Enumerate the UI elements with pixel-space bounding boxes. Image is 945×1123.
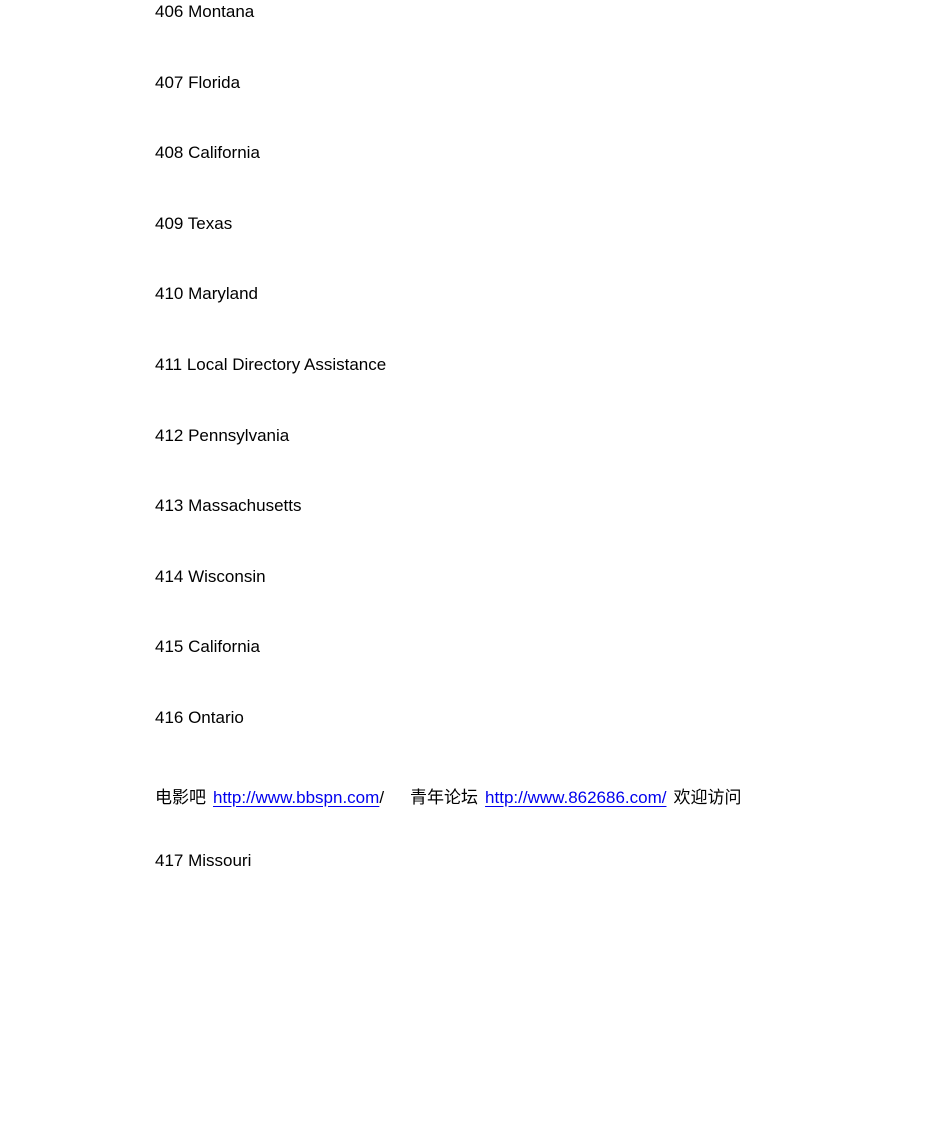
site1-label: 电影吧 [155,787,206,808]
welcome-text: 欢迎访问 [673,787,742,808]
area-code-entry: 412 Pennsylvania [155,425,290,445]
site2-label: 青年论坛 [410,787,479,808]
area-code-entry: 413 Massachusetts [155,496,302,516]
promo-line: 电影吧 http://www.bbspn.com/ 青年论坛 http://www.8… [0,777,945,819]
document-page: 406 Montana 407 Florida 408 California 4… [0,0,945,1123]
area-code-entry: 408 California [155,143,260,163]
area-code-entry: 417 Missouri [155,850,252,870]
document-body: 406 Montana 407 Florida 408 California 4… [0,0,945,919]
area-code-entry: 407 Florida [155,72,241,92]
area-code-entry: 410 Maryland [155,284,259,304]
site1-trailing-slash: / [379,787,385,807]
area-code-entry: 414 Wisconsin [155,566,266,586]
862686-link[interactable]: http://www.862686.com/ [485,788,666,807]
vertical-spacer [0,819,945,849]
area-code-entry: 409 Texas [155,213,233,233]
bbspn-link[interactable]: http://www.bbspn.com [213,788,379,807]
area-code-entry: 411 Local Directory Assistance [155,354,387,374]
area-code-entry: 416 Ontario [155,707,244,727]
area-code-entry: 406 Montana [155,2,255,21]
area-code-entry: 415 California [155,637,260,657]
